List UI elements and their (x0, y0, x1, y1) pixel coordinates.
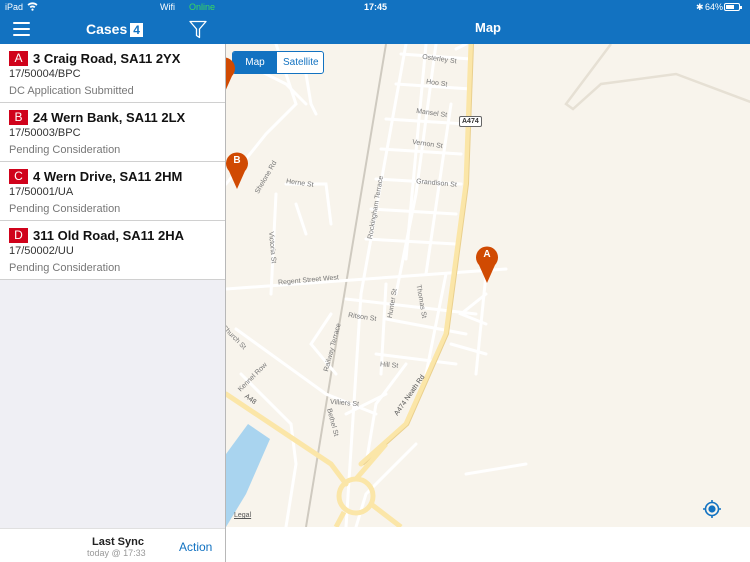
case-item-a[interactable]: A 3 Craig Road, SA11 2YX 17/50004/BPC DC … (0, 44, 225, 103)
connection-status: Online (189, 2, 216, 12)
filter-icon[interactable] (189, 20, 207, 39)
map-footer (226, 527, 750, 562)
current-location-icon[interactable] (702, 499, 722, 519)
battery-fill (726, 5, 734, 9)
case-status: Pending Consideration (9, 144, 121, 156)
network-label: Wifi (160, 2, 175, 12)
case-reference: 17/50003/BPC (9, 127, 81, 139)
case-status: DC Application Submitted (9, 85, 134, 97)
track (564, 44, 750, 111)
cases-panel: Cases 4 A 3 Craig Road, SA11 2YX 17/50004/… (0, 0, 226, 562)
pin-label: B (233, 155, 241, 166)
case-letter-badge: B (9, 109, 28, 125)
hamburger-menu-icon[interactable] (13, 22, 30, 36)
cases-count-badge: 4 (130, 23, 143, 37)
cases-footer: Last Sync today @ 17:33 Action (0, 528, 225, 562)
case-address: 311 Old Road, SA11 2HA (33, 227, 185, 243)
case-status: Pending Consideration (9, 262, 121, 274)
cases-title: Cases 4 (86, 21, 143, 37)
map-title: Map (475, 20, 501, 35)
clock: 17:45 (364, 2, 388, 12)
cases-nav-bar: Cases 4 (0, 14, 226, 44)
case-item-b[interactable]: B 24 Wern Bank, SA11 2LX 17/50003/BPC Pen… (0, 103, 225, 162)
legal-link[interactable]: Legal (234, 512, 251, 519)
map-panel: Map Osterley St Hoo St Mansel St Vernon … (226, 0, 750, 562)
map-type-satellite-option[interactable]: Satellite (277, 52, 323, 73)
map-pin-b[interactable]: B (226, 151, 248, 189)
case-item-d[interactable]: D 311 Old Road, SA11 2HA 17/50002/UU Pend… (0, 221, 225, 280)
action-button[interactable]: Action (179, 540, 212, 554)
case-address: 4 Wern Drive, SA11 2HM (33, 168, 183, 184)
cases-list: A 3 Craig Road, SA11 2YX 17/50004/BPC DC … (0, 44, 225, 280)
case-address: 3 Craig Road, SA11 2YX (33, 50, 181, 66)
wifi-icon (27, 1, 38, 13)
cases-title-label: Cases (86, 21, 128, 37)
case-reference: 17/50001/UA (9, 186, 74, 198)
battery-percent: 64% (705, 2, 724, 12)
road-label: Hill St (379, 361, 399, 370)
case-letter-badge: A (9, 50, 28, 66)
case-status: Pending Consideration (9, 203, 121, 215)
case-letter-badge: D (9, 227, 28, 243)
case-letter-badge: C (9, 168, 28, 184)
case-item-c[interactable]: C 4 Wern Drive, SA11 2HM 17/50001/UA Pend… (0, 162, 225, 221)
case-reference: 17/50004/BPC (9, 68, 81, 80)
battery-icon (724, 3, 742, 11)
map-base-layer (226, 44, 750, 527)
last-sync-label: Last Sync (92, 536, 144, 548)
case-address: 24 Wern Bank, SA11 2LX (33, 109, 186, 125)
map-type-map-option[interactable]: Map (233, 52, 277, 73)
last-sync-time: today @ 17:33 (87, 548, 146, 558)
bluetooth-icon: ✱ (696, 2, 704, 12)
map-view[interactable]: Osterley St Hoo St Mansel St Vernon St G… (226, 44, 750, 527)
map-pin-partial[interactable] (226, 57, 235, 95)
road-shield: A474 (459, 116, 482, 127)
map-pin-a[interactable]: A (476, 245, 498, 283)
device-label: iPad (5, 2, 24, 12)
case-reference: 17/50002/UU (9, 245, 74, 257)
pin-label: A (483, 249, 491, 260)
roundabout (336, 476, 376, 516)
status-bar: iPad Wifi Online 17:45 ✱ 64% (0, 0, 750, 14)
map-nav-bar: Map (226, 14, 750, 44)
map-type-toggle: Map Satellite (232, 51, 324, 74)
app-root: iPad Wifi Online 17:45 ✱ 64% Cases 4 A 3 C… (0, 0, 750, 562)
